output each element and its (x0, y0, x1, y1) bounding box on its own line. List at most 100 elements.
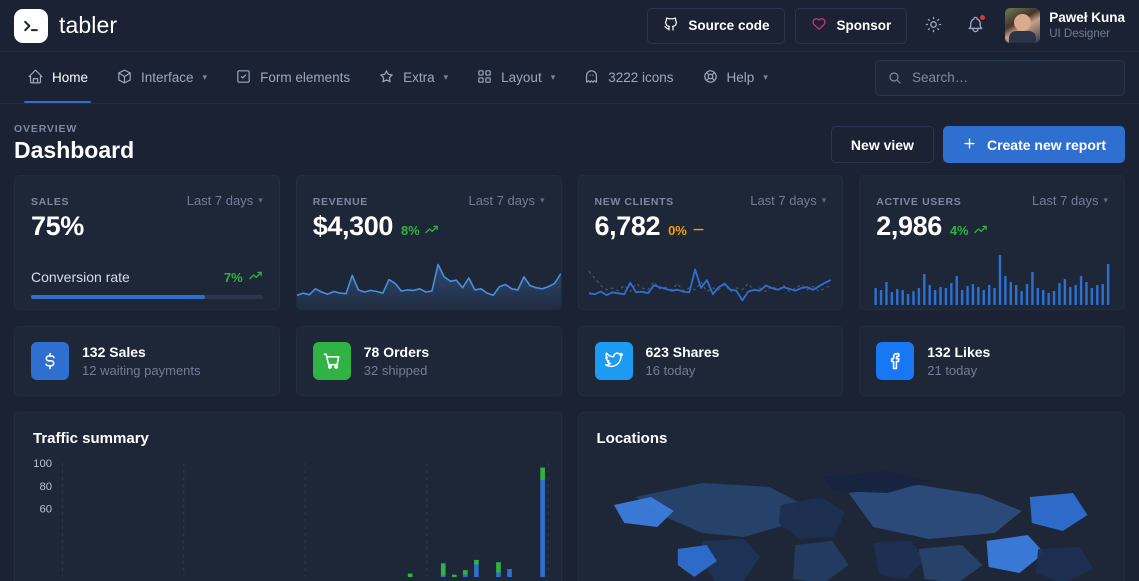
heart-icon (811, 16, 827, 35)
nav-item-layout[interactable]: Layout ▾ (463, 52, 568, 103)
svg-text:60: 60 (39, 504, 52, 516)
chevron-down-icon: ▾ (539, 195, 545, 206)
conversion-delta: 7% (224, 268, 263, 286)
nav-item-extra[interactable]: Extra ▾ (365, 52, 461, 103)
create-new-report-label: Create new report (986, 136, 1106, 153)
mini-card-shares: 623 Shares 16 today (577, 326, 844, 397)
mini-stats-row: 132 Sales 12 waiting payments 78 Orders … (0, 326, 1139, 412)
active-users-bar-chart (860, 247, 1124, 309)
conversion-progress (31, 295, 263, 300)
chevron-down-icon: ▾ (258, 195, 263, 206)
mini-card-subtitle: 21 today (927, 362, 978, 378)
svg-text:100: 100 (33, 458, 52, 470)
top-header: tabler Source code Sponsor Paweł Kuna UI… (0, 0, 1139, 52)
terminal-icon (14, 8, 48, 43)
source-code-label: Source code (688, 18, 770, 33)
sponsor-button[interactable]: Sponsor (795, 7, 908, 44)
date-range-dropdown[interactable]: Last 7 days ▾ (187, 193, 263, 208)
stat-delta-value: 4% (949, 223, 969, 239)
conversion-row: Conversion rate 7% (15, 268, 279, 286)
stat-card-header: NEW CLIENTS Last 7 days ▾ (579, 176, 843, 208)
conversion-label: Conversion rate (31, 269, 130, 286)
stat-cards-row: SALES Last 7 days ▾ 75% Conversion rate … (0, 175, 1139, 326)
date-range-dropdown[interactable]: Last 7 days ▾ (1032, 193, 1108, 208)
stat-card-header: SALES Last 7 days ▾ (15, 176, 279, 208)
new-clients-sparkline-chart (579, 247, 843, 309)
stat-delta: 4% (950, 222, 988, 240)
date-range-dropdown[interactable]: Last 7 days ▾ (750, 193, 826, 208)
conversion-delta-value: 7% (223, 269, 243, 285)
star-icon (378, 68, 395, 88)
stat-value-row: $4,300 8% (297, 208, 561, 242)
top-header-actions: Source code Sponsor Paweł Kuna UI Design… (647, 7, 1125, 44)
locations-title: Locations (596, 430, 668, 448)
stat-value: 6,782 (594, 211, 661, 242)
theme-toggle-button[interactable] (917, 10, 949, 42)
twitter-icon (594, 342, 633, 381)
stat-card-sales: SALES Last 7 days ▾ 75% Conversion rate … (14, 175, 280, 311)
stat-value: 2,986 (876, 211, 942, 242)
sun-icon (924, 15, 943, 37)
main-navigation: Home Interface ▾ Form elements Extra ▾ L… (0, 52, 1139, 104)
traffic-summary-chart: 100 80 60 (15, 455, 561, 581)
brand-name: tabler (59, 12, 118, 38)
mini-card-text: 78 Orders 32 shipped (364, 343, 429, 379)
nav-item-label: Interface (141, 70, 194, 85)
nav-item-help[interactable]: Help ▾ (689, 52, 781, 103)
stat-label: NEW CLIENTS (594, 196, 674, 209)
nav-item-icons[interactable]: 3222 icons (570, 52, 686, 103)
user-menu[interactable]: Paweł Kuna UI Designer (1001, 8, 1125, 43)
nav-item-interface[interactable]: Interface ▾ (103, 52, 220, 103)
shopping-cart-icon (312, 342, 351, 381)
chevron-down-icon: ▾ (1103, 195, 1108, 206)
nav-item-form-elements[interactable]: Form elements (222, 52, 363, 103)
user-name: Paweł Kuna (1049, 9, 1125, 25)
revenue-sparkline-chart (296, 247, 561, 310)
search-input[interactable] (875, 59, 1125, 96)
stat-card-revenue: REVENUE Last 7 days ▾ $4,300 8% (295, 175, 562, 311)
mini-card-subtitle: 12 waiting payments (82, 362, 201, 378)
stat-card-new-clients: NEW CLIENTS Last 7 days ▾ 6,782 0% (577, 175, 844, 311)
brand[interactable]: tabler (14, 8, 118, 43)
mini-card-title: 623 Shares (645, 344, 720, 361)
bottom-charts-row: Traffic summary 100 80 60 Locations (0, 412, 1139, 581)
mini-card-subtitle: 16 today (645, 362, 696, 378)
package-icon (116, 68, 133, 88)
mini-card-sales: 132 Sales 12 waiting payments (14, 326, 280, 397)
new-view-button[interactable]: New view (830, 126, 934, 164)
dashboard-page: tabler Source code Sponsor Paweł Kuna UI… (0, 0, 1139, 581)
nav-item-label: Layout (501, 70, 542, 85)
conversion-progress-bar (31, 295, 205, 300)
trending-flat-icon (691, 222, 706, 240)
date-range-dropdown[interactable]: Last 7 days ▾ (468, 193, 544, 208)
chevron-down-icon: ▾ (443, 72, 449, 82)
nav-item-home[interactable]: Home (14, 52, 101, 103)
world-map (579, 453, 1125, 581)
nav-item-label: Form elements (260, 70, 351, 85)
mini-card-text: 623 Shares 16 today (646, 343, 720, 379)
mini-card-text: 132 Likes 21 today (927, 343, 990, 379)
stat-delta-value: 0% (668, 223, 687, 239)
stat-card-header: REVENUE Last 7 days ▾ (297, 176, 561, 208)
chevron-down-icon: ▾ (550, 72, 556, 82)
chevron-down-icon: ▾ (763, 72, 768, 82)
sponsor-label: Sponsor (836, 18, 892, 33)
traffic-summary-title: Traffic summary (33, 430, 149, 448)
chevron-down-icon: ▾ (821, 195, 827, 206)
notifications-button[interactable] (959, 10, 991, 42)
nav-item-label: 3222 icons (608, 70, 674, 85)
stat-value-row: 2,986 4% (860, 208, 1124, 242)
stat-label: REVENUE (312, 196, 368, 209)
stat-value: 75% (31, 211, 84, 242)
create-new-report-button[interactable]: Create new report (942, 126, 1125, 164)
page-pretitle: OVERVIEW (14, 123, 78, 135)
source-code-button[interactable]: Source code (647, 7, 786, 44)
stat-value-row: 6,782 0% (579, 208, 843, 242)
mini-card-title: 132 Likes (927, 344, 991, 361)
notification-badge (979, 13, 987, 21)
plus-icon (962, 136, 977, 154)
traffic-summary-card: Traffic summary 100 80 60 (14, 412, 562, 581)
mini-card-subtitle: 32 shipped (363, 362, 428, 378)
user-role: UI Designer (1049, 27, 1110, 40)
date-range-label: Last 7 days (1031, 193, 1099, 209)
